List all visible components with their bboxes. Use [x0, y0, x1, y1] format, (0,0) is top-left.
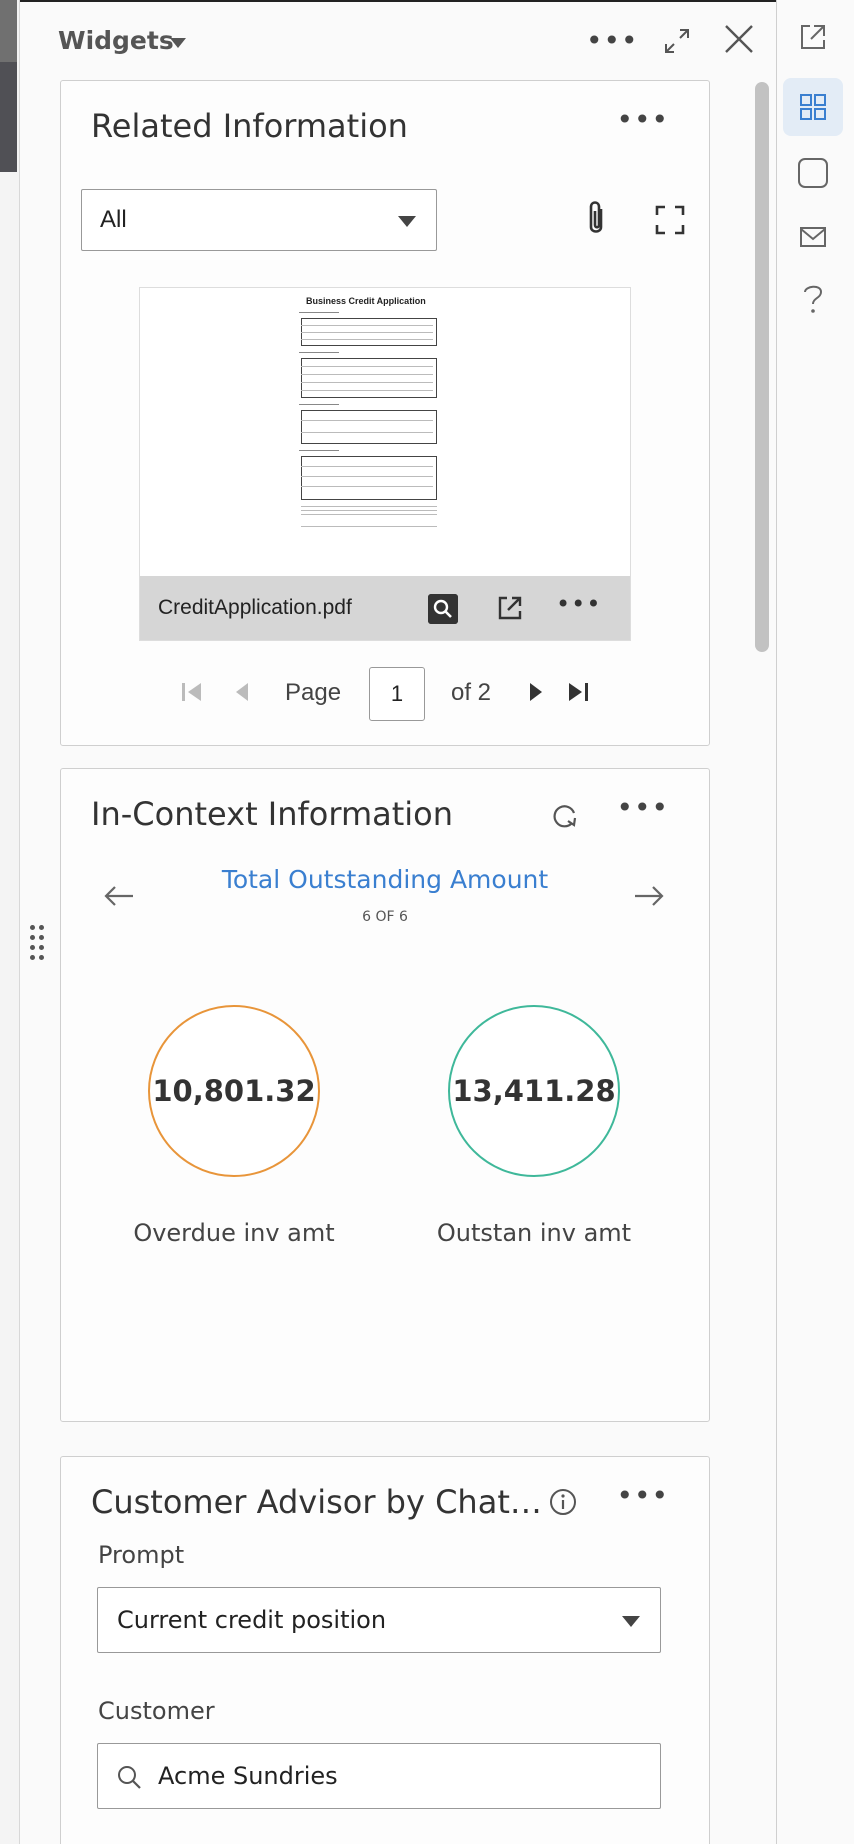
more-options-icon[interactable]: ••• — [556, 590, 601, 618]
scrollbar-thumb[interactable] — [755, 82, 769, 652]
chevron-down-icon — [398, 216, 416, 227]
arrow-right-icon[interactable] — [631, 881, 667, 911]
prompt-select[interactable]: Current credit position — [97, 1587, 661, 1653]
first-page-icon[interactable] — [179, 679, 205, 705]
open-external-icon[interactable] — [494, 592, 526, 624]
page-count: of 2 — [451, 679, 492, 706]
kpi-title[interactable]: Total Outstanding Amount — [61, 865, 709, 894]
card-title: Customer Advisor by Chat… — [91, 1483, 542, 1521]
outstanding-amount-gauge[interactable]: 13,411.28 — [448, 1005, 620, 1177]
close-icon[interactable] — [720, 20, 758, 58]
left-edge-dark-block — [0, 0, 17, 62]
mail-icon[interactable] — [783, 208, 843, 266]
card-title: In-Context Information — [91, 795, 454, 833]
chevron-down-icon[interactable] — [170, 38, 186, 48]
metric-label: Overdue inv amt — [133, 1219, 335, 1247]
panel-resize-handle[interactable] — [30, 925, 48, 965]
select-value: All — [100, 206, 127, 233]
overdue-amount-gauge[interactable]: 10,801.32 — [148, 1005, 320, 1177]
widgets-grid-icon[interactable] — [783, 78, 843, 136]
customer-advisor-card: Customer Advisor by Chat… ••• Prompt Cur… — [60, 1456, 710, 1844]
paperclip-icon[interactable] — [581, 199, 611, 239]
info-icon[interactable] — [548, 1487, 578, 1517]
kpi-position: 6 OF 6 — [362, 909, 408, 925]
fullscreen-icon[interactable] — [653, 203, 687, 237]
previous-page-icon[interactable] — [231, 679, 253, 705]
select-value: Current credit position — [117, 1606, 387, 1634]
document-thumbnail: Business Credit Application — [299, 294, 475, 560]
widgets-title[interactable]: Widgets — [58, 26, 174, 55]
more-options-icon[interactable]: ••• — [616, 103, 669, 136]
document-preview[interactable]: Business Credit Application CreditApplic… — [139, 287, 631, 641]
last-page-icon[interactable] — [565, 679, 591, 705]
refresh-icon[interactable] — [548, 799, 582, 833]
side-rail — [776, 0, 854, 1844]
related-information-card: Related Information ••• All Business Cre… — [60, 80, 710, 746]
page-number-input[interactable]: 1 — [369, 667, 425, 721]
expand-icon[interactable] — [660, 24, 694, 58]
page-label: Page — [285, 679, 342, 706]
more-options-icon[interactable]: ••• — [616, 791, 669, 824]
pagination: Page 1 of 2 — [179, 663, 599, 723]
search-icon — [118, 1766, 141, 1789]
metric-value: 13,411.28 — [452, 1074, 616, 1108]
square-icon[interactable] — [783, 144, 843, 202]
customer-value: Acme Sundries — [158, 1762, 338, 1790]
left-edge-strip — [0, 0, 20, 1844]
widgets-header: Widgets ••• — [20, 0, 776, 78]
zoom-icon[interactable] — [428, 594, 458, 624]
open-external-icon[interactable] — [783, 8, 843, 66]
in-context-information-card: In-Context Information ••• Total Outstan… — [60, 768, 710, 1422]
prompt-label: Prompt — [98, 1541, 185, 1569]
card-title: Related Information — [91, 107, 408, 145]
customer-label: Customer — [98, 1697, 215, 1725]
attachment-filter-select[interactable]: All — [81, 189, 437, 251]
more-options-icon[interactable]: ••• — [616, 1479, 669, 1512]
help-icon[interactable] — [783, 270, 843, 328]
document-heading: Business Credit Application — [306, 296, 426, 306]
metric-label: Outstan inv amt — [436, 1219, 632, 1247]
preview-toolbar: CreditApplication.pdf ••• — [140, 576, 630, 640]
more-options-icon[interactable]: ••• — [586, 24, 639, 57]
next-page-icon[interactable] — [525, 679, 547, 705]
left-edge-dark-block — [0, 62, 17, 172]
metric-value: 10,801.32 — [152, 1074, 316, 1108]
file-name[interactable]: CreditApplication.pdf — [158, 596, 352, 620]
chevron-down-icon — [622, 1616, 640, 1627]
customer-search-field[interactable]: Acme Sundries — [97, 1743, 661, 1809]
